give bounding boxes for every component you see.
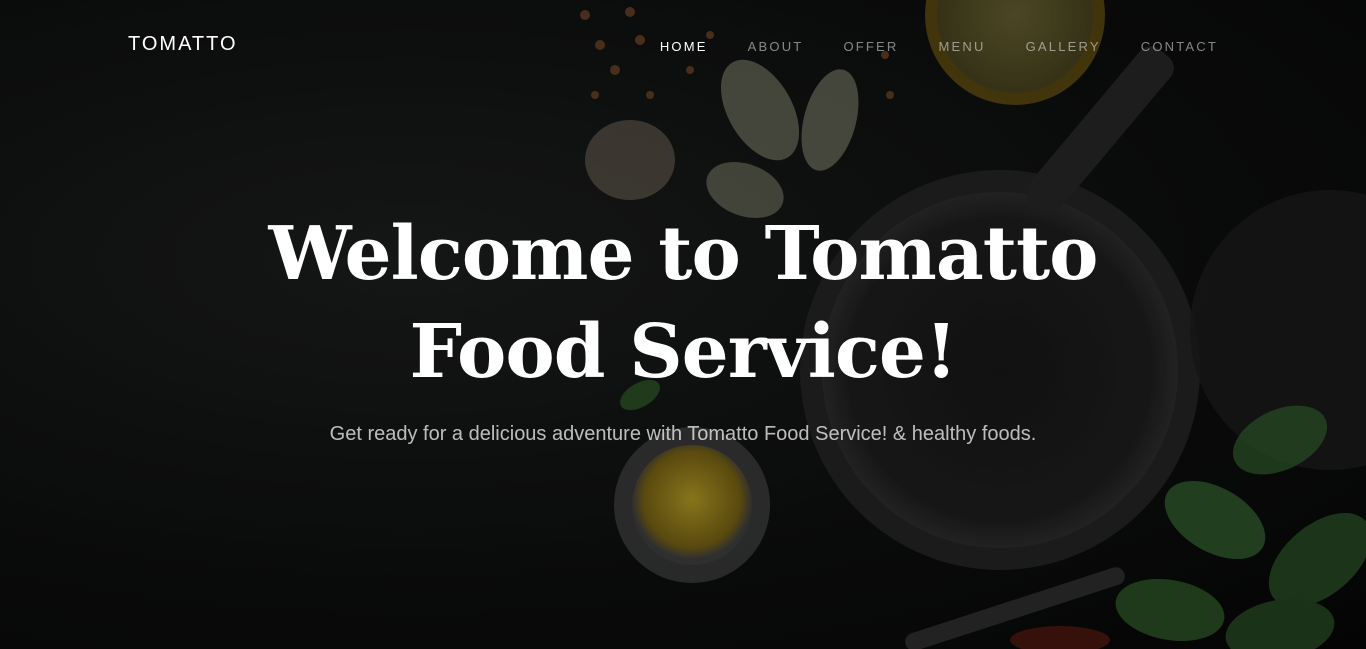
hero-section: TOMATTO HOME ABOUT OFFER MENU GALLERY CO…	[0, 0, 1366, 649]
navbar: TOMATTO HOME ABOUT OFFER MENU GALLERY CO…	[0, 0, 1366, 92]
nav-menu: HOME ABOUT OFFER MENU GALLERY CONTACT	[620, 38, 1218, 56]
nav-item-contact: CONTACT	[1141, 38, 1218, 56]
hero-content: Welcome to Tomatto Food Service! Get rea…	[0, 205, 1366, 446]
nav-item-menu: MENU	[939, 38, 986, 56]
nav-item-home: HOME	[660, 38, 708, 56]
hero-subtitle: Get ready for a delicious adventure with…	[329, 423, 1037, 445]
nav-link-contact[interactable]: CONTACT	[1141, 39, 1218, 54]
nav-link-menu[interactable]: MENU	[939, 39, 986, 54]
hero-title: Welcome to Tomatto Food Service!	[268, 211, 1098, 395]
nav-link-home[interactable]: HOME	[660, 39, 708, 54]
nav-link-gallery[interactable]: GALLERY	[1026, 39, 1101, 54]
nav-item-about: ABOUT	[748, 38, 804, 56]
nav-item-gallery: GALLERY	[1026, 38, 1101, 56]
nav-link-about[interactable]: ABOUT	[748, 39, 804, 54]
nav-link-offer[interactable]: OFFER	[843, 39, 898, 54]
brand-logo[interactable]: TOMATTO	[128, 33, 238, 56]
nav-item-offer: OFFER	[843, 38, 898, 56]
